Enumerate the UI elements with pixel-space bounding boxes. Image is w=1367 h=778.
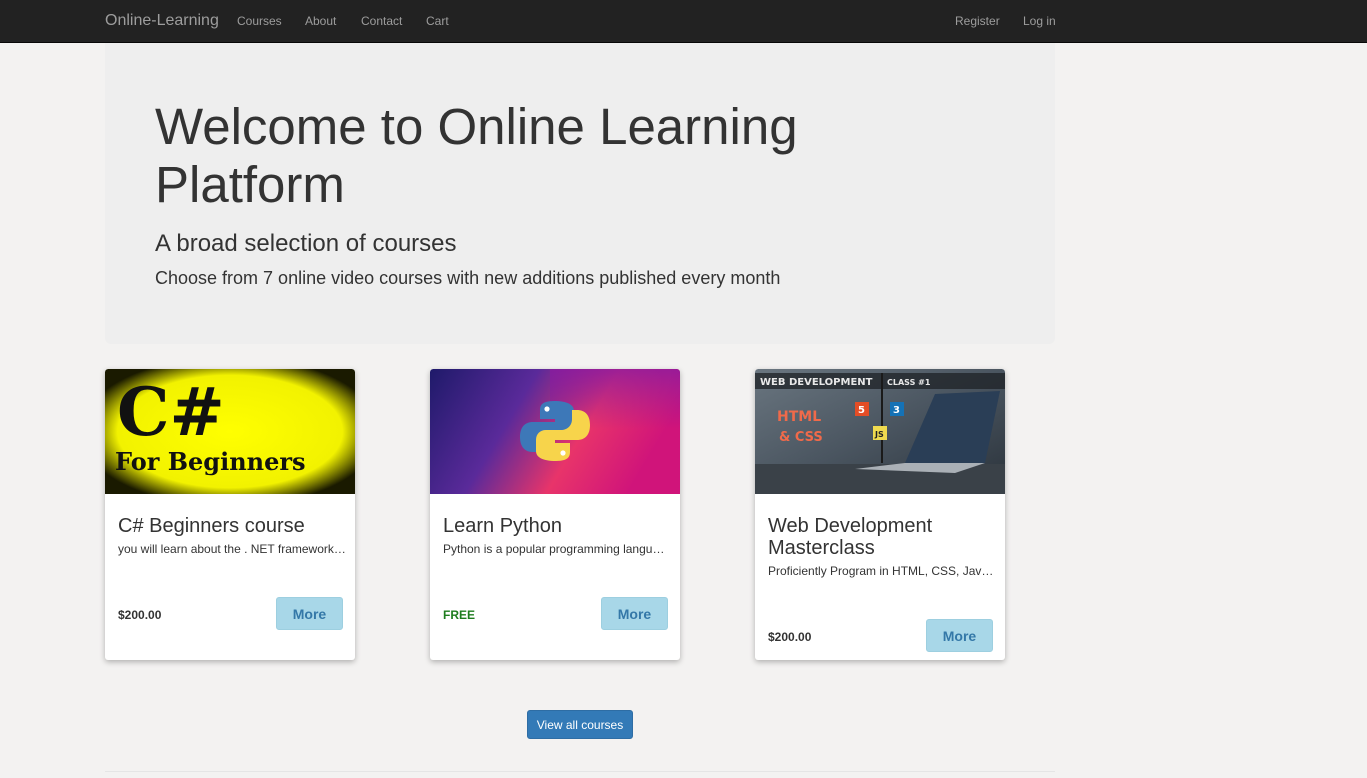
css3-icon-label: 3: [893, 405, 900, 416]
more-button[interactable]: More: [601, 597, 668, 630]
more-button[interactable]: More: [926, 619, 993, 652]
hero-title: Welcome to Online Learning Platform: [155, 98, 798, 213]
nav-login-link[interactable]: Log in: [1023, 14, 1056, 28]
webdev-image-heading: WEB DEVELOPMENT: [760, 377, 873, 388]
html5-icon-label: 5: [858, 405, 865, 416]
webdev-image-class: CLASS #1: [887, 378, 931, 387]
card-price: $200.00: [768, 630, 812, 644]
csharp-course-image: C# For Beginners: [105, 369, 355, 494]
nav-courses-link[interactable]: Courses: [237, 14, 282, 28]
more-button[interactable]: More: [276, 597, 343, 630]
card-description: Proficiently Program in HTML, CSS, JavaS…: [768, 564, 996, 578]
course-card-python: Learn Python Python is a popular program…: [430, 369, 680, 660]
card-price: $200.00: [118, 608, 162, 622]
card-price: FREE: [443, 608, 476, 622]
view-all-courses-button[interactable]: View all courses: [527, 710, 633, 739]
webdev-image-css: & CSS: [779, 430, 823, 445]
card-title: Web Development Masterclass: [768, 515, 933, 559]
webdev-course-image: WEB DEVELOPMENT CLASS #1 HTML & CSS 5 3 …: [755, 369, 1005, 494]
card-title: Learn Python: [443, 515, 562, 537]
javascript-icon-label: JS: [874, 430, 884, 439]
nav-cart-link[interactable]: Cart: [426, 14, 449, 28]
top-navbar: Online-Learning Courses About Contact Ca…: [0, 0, 1367, 43]
card-description: Python is a popular programming language…: [443, 542, 671, 556]
footer-divider: [105, 771, 1055, 772]
card-title: C# Beginners course: [118, 515, 305, 537]
csharp-image-subtitle: For Beginners: [115, 447, 306, 476]
webdev-image-html: HTML: [777, 409, 821, 425]
nav-about-link[interactable]: About: [305, 14, 336, 28]
card-description: you will learn about the . NET framework…: [118, 542, 346, 556]
nav-register-link[interactable]: Register: [955, 14, 1000, 28]
course-card-csharp: C# For Beginners C# Beginners course you…: [105, 369, 355, 660]
csharp-image-title: C#: [117, 373, 225, 451]
hero-description: Choose from 7 online video courses with …: [155, 268, 781, 288]
nav-contact-link[interactable]: Contact: [361, 14, 402, 28]
python-course-image: [430, 369, 680, 494]
hero-jumbotron: Welcome to Online Learning Platform A br…: [105, 43, 1055, 344]
course-card-webdev: WEB DEVELOPMENT CLASS #1 HTML & CSS 5 3 …: [755, 369, 1005, 660]
brand-link[interactable]: Online-Learning: [105, 12, 219, 30]
hero-subtitle: A broad selection of courses: [155, 230, 457, 257]
